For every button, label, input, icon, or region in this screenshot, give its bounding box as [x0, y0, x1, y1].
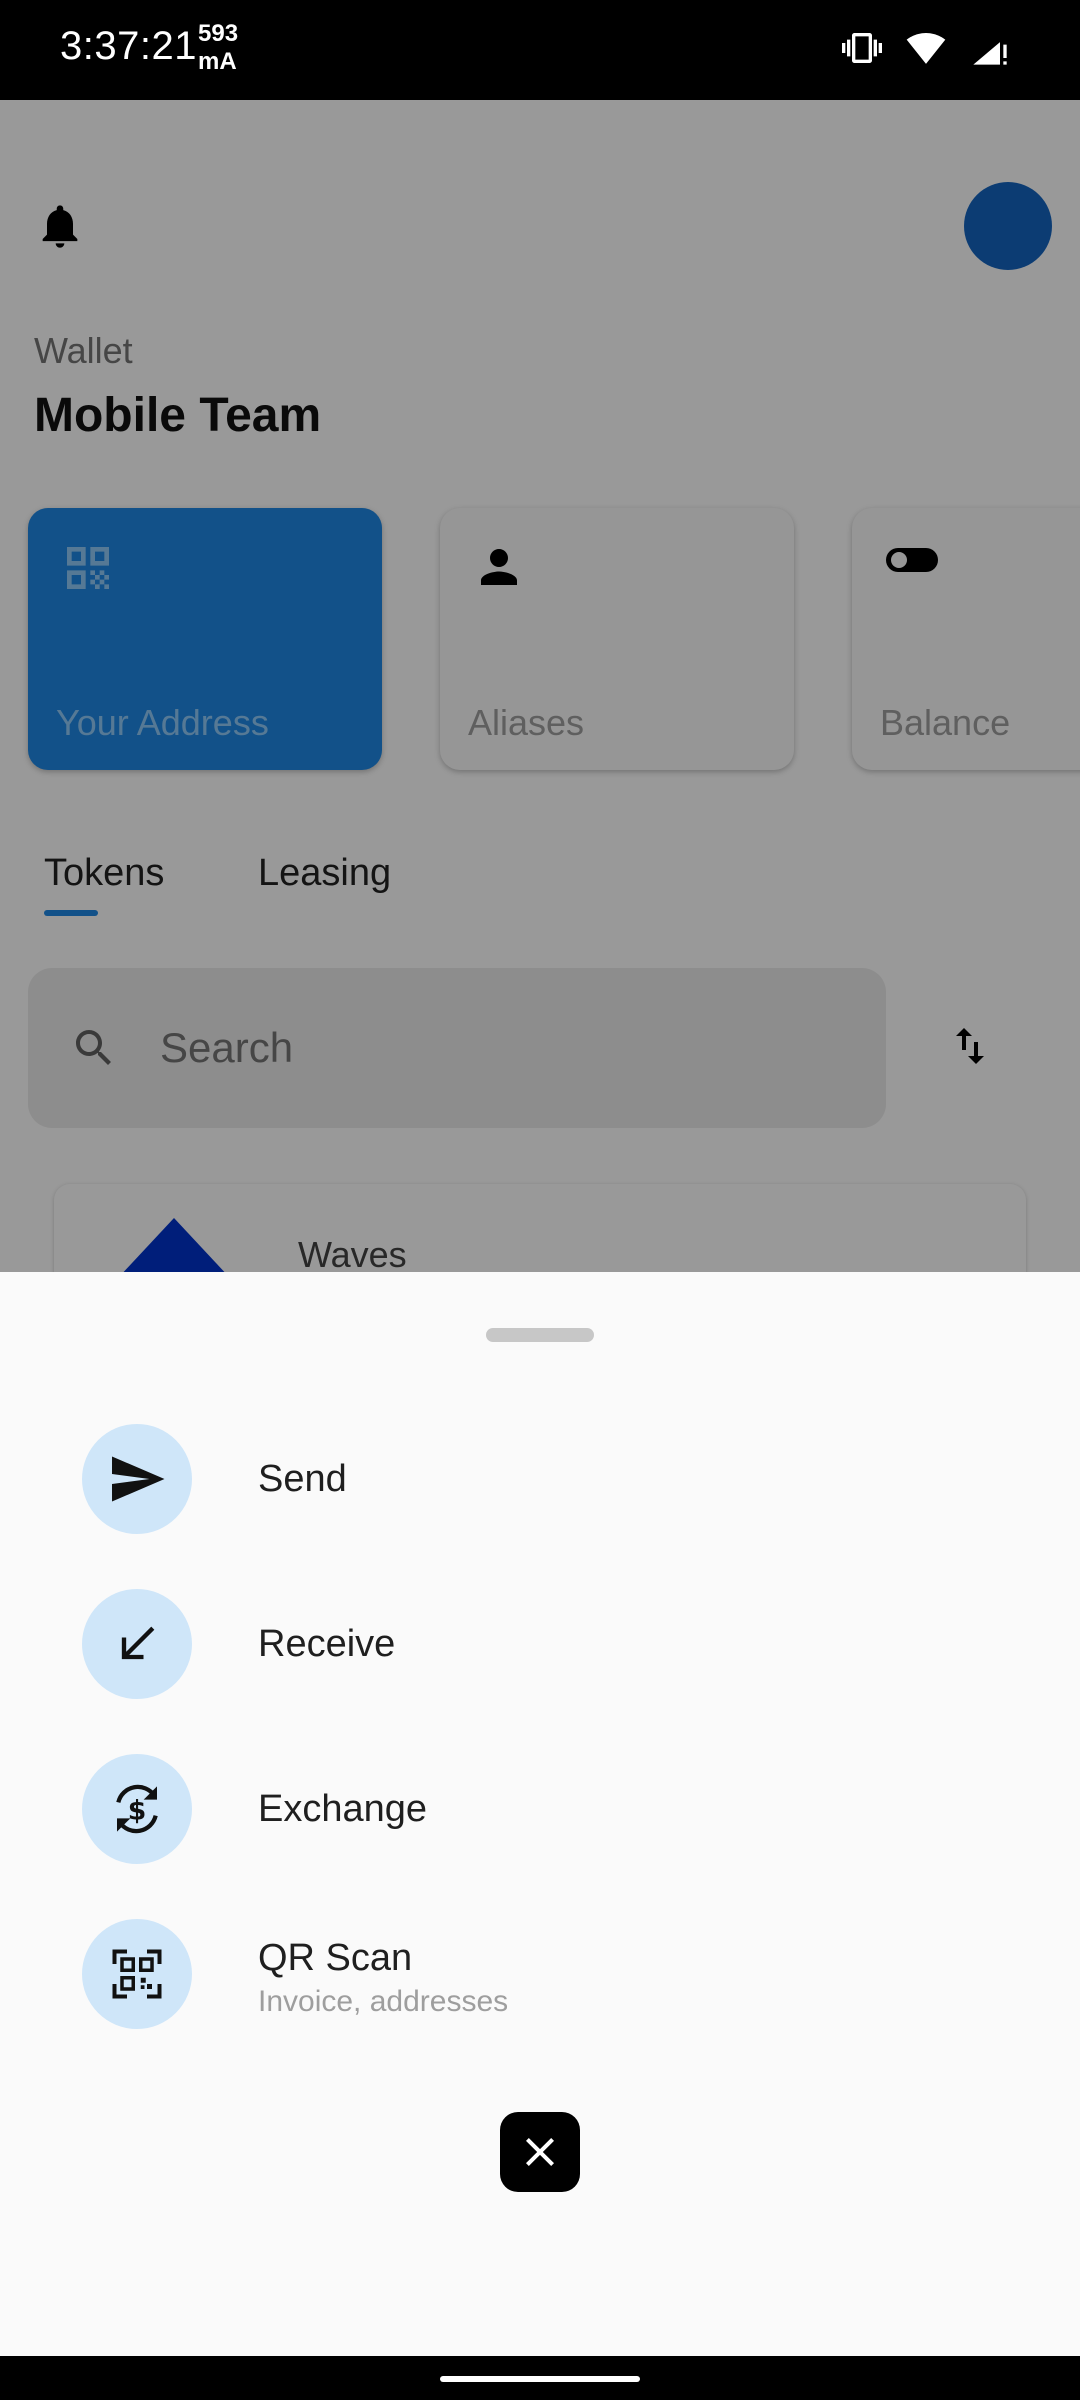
qr-scan-action[interactable]: QR Scan Invoice, addresses [0, 1919, 1080, 2069]
wifi-icon [906, 33, 946, 64]
qr-scan-icon [112, 1949, 162, 1999]
signal-icon [973, 31, 1007, 65]
send-icon [112, 1456, 165, 1502]
modal-scrim[interactable] [0, 100, 1080, 1272]
status-bar: 3:37:21 593 mA [0, 0, 1080, 100]
actions-bottom-sheet: Send Receive $ Exchange QR Scan Invoice,… [0, 1272, 1080, 2356]
send-action[interactable]: Send [0, 1424, 1080, 1574]
exchange-icon: $ [116, 1784, 158, 1834]
action-subtitle: Invoice, addresses [258, 1985, 509, 2018]
receive-action[interactable]: Receive [0, 1589, 1080, 1739]
close-icon [526, 2138, 554, 2166]
action-label: Receive [258, 1623, 396, 1665]
status-time: 3:37:21 [60, 24, 197, 68]
vibrate-icon [842, 33, 882, 63]
action-label: Exchange [258, 1788, 428, 1830]
svg-text:$: $ [128, 1796, 147, 1827]
drag-handle[interactable] [486, 1328, 594, 1342]
system-nav-bar [0, 2356, 1080, 2400]
action-label: Send [258, 1458, 347, 1500]
receive-arrow-icon [121, 1626, 155, 1660]
status-current: 593 mA [198, 20, 239, 75]
home-gesture-handle[interactable] [440, 2376, 640, 2382]
exchange-action[interactable]: $ Exchange [0, 1754, 1080, 1904]
action-label: QR Scan [258, 1937, 413, 1979]
close-button[interactable] [500, 2112, 580, 2192]
